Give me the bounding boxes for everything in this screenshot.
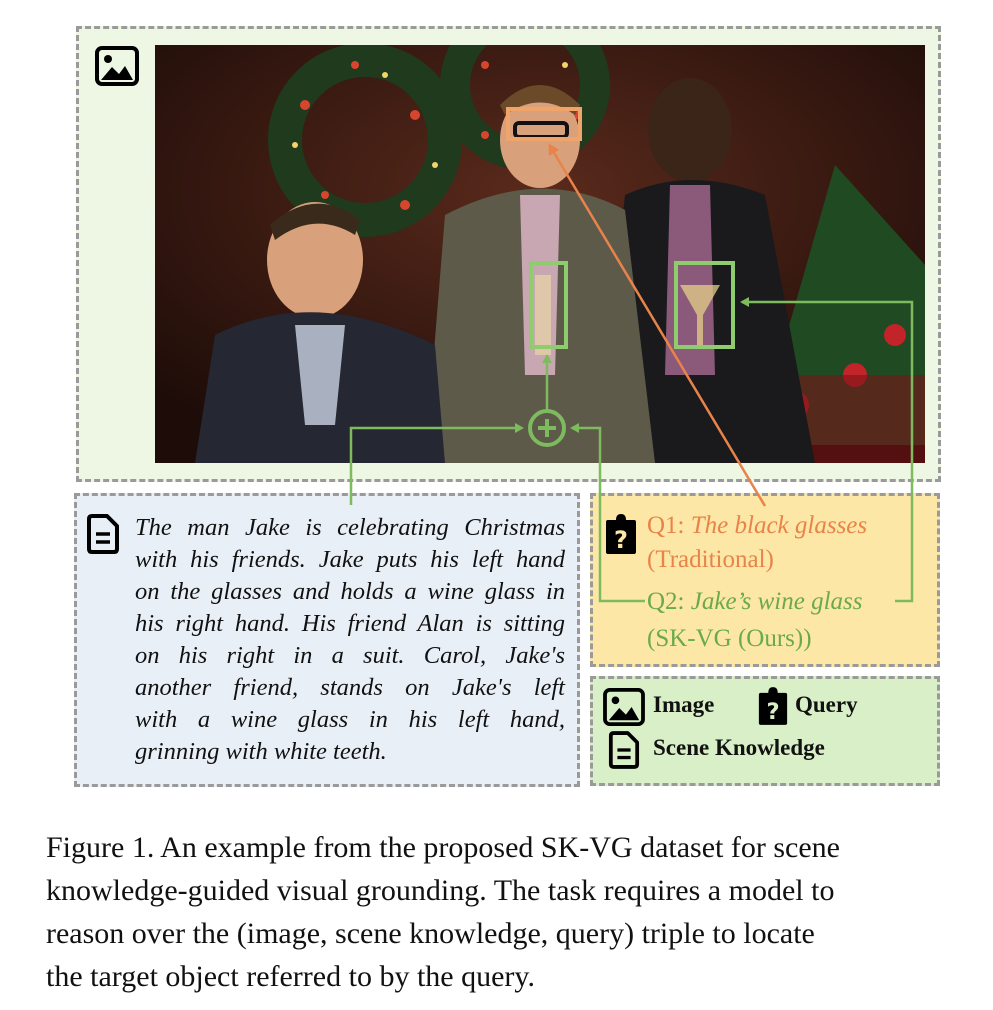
knowledge-line: with a wine glass in his left hand, (135, 706, 565, 733)
legend-query-icon: ? (758, 687, 788, 725)
image-icon (95, 46, 139, 86)
query1-method: (Traditional) (647, 546, 774, 573)
caption-line: Figure 1. An example from the proposed S… (46, 831, 840, 864)
query1-text: The black glasses (690, 512, 868, 539)
scene-knowledge-text: The man Jake is celebrating Christmas wi… (135, 512, 565, 768)
legend-knowledge-label: Scene Knowledge (653, 735, 825, 760)
document-icon (87, 514, 119, 554)
knowledge-line: on his right in a suit. Carol, Jake's (135, 642, 565, 669)
caption-line: the target object referred to by the que… (46, 960, 535, 993)
legend-image-label: Image (653, 692, 715, 717)
query2-prefix: Q2: (647, 588, 691, 615)
svg-text:?: ? (766, 699, 779, 725)
query1-prefix: Q1: (647, 512, 691, 539)
knowledge-line: on the glasses and holds a wine glass in (135, 578, 565, 605)
knowledge-line: The man Jake is celebrating Christmas (135, 514, 565, 541)
knowledge-line: grinning with white teeth. (135, 738, 387, 765)
question-clipboard-icon: ? (606, 514, 636, 554)
legend-query-label: Query (795, 692, 858, 717)
caption-line: reason over the (image, scene knowledge,… (46, 917, 815, 950)
query2-text: Jake’s wine glass (690, 588, 863, 615)
query2-method: (SK-VG (Ours)) (647, 625, 812, 652)
svg-text:?: ? (614, 526, 628, 554)
knowledge-line: another friend, stands on Jake's left (135, 674, 565, 701)
scene-photo (155, 45, 925, 463)
query1-line: Q1: The black glasses (647, 512, 867, 540)
legend-image-icon (603, 688, 645, 726)
caption-line: knowledge-guided visual grounding. The t… (46, 874, 835, 907)
scene-illustration (155, 45, 925, 463)
knowledge-line: his right hand. His friend Alan is sitti… (135, 610, 565, 637)
query2-line: Q2: Jake’s wine glass (647, 588, 863, 616)
legend-document-icon (608, 731, 640, 769)
figure-caption: Figure 1. An example from the proposed S… (46, 826, 971, 998)
knowledge-line: with his friends. Jake puts his left han… (135, 546, 565, 573)
